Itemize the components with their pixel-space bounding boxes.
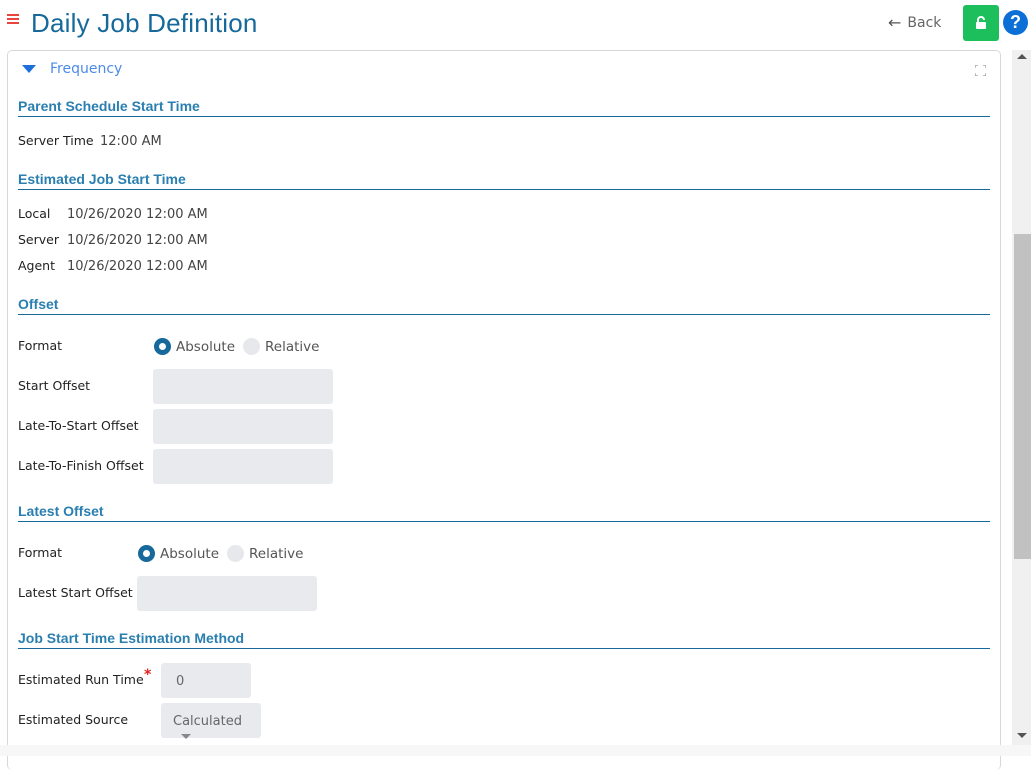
scroll-down-icon[interactable]	[1017, 733, 1027, 738]
latest-offset-heading: Latest Offset	[18, 503, 990, 522]
agent-value: 10/26/2020 12:00 AM	[67, 259, 208, 274]
unlock-icon	[976, 16, 986, 29]
help-button[interactable]: ?	[1003, 10, 1028, 35]
source-value: Calculated	[173, 714, 242, 729]
late-to-finish-label: Late-To-Finish Offset	[18, 458, 144, 473]
scrollbar-thumb[interactable]	[1014, 234, 1031, 559]
caret-down-icon	[22, 65, 36, 73]
page-title: Daily Job Definition	[31, 8, 258, 38]
late-to-finish-input[interactable]	[153, 449, 333, 484]
frequency-toggle[interactable]: Frequency	[22, 61, 122, 77]
server-time-label: Server Time	[18, 133, 94, 148]
caret-down-icon	[181, 734, 191, 739]
back-label: Back	[907, 14, 942, 31]
scroll-up-icon[interactable]	[1017, 54, 1027, 59]
question-icon: ?	[1010, 12, 1021, 32]
radio-checked-icon	[154, 338, 171, 355]
run-time-label: Estimated Run Time	[18, 672, 144, 687]
estimation-heading: Job Start Time Estimation Method	[18, 630, 990, 649]
unlock-button[interactable]	[963, 5, 999, 41]
late-to-start-input[interactable]	[153, 409, 333, 444]
source-label: Estimated Source	[18, 712, 129, 727]
radio-label: Absolute	[160, 545, 220, 562]
arrow-left-icon: ←	[888, 13, 902, 32]
run-time-input[interactable]: 0	[161, 663, 251, 698]
late-to-start-label: Late-To-Start Offset	[18, 418, 139, 433]
offset-radio-absolute[interactable]: Absolute	[154, 338, 235, 355]
estimated-start-heading: Estimated Job Start Time	[18, 171, 990, 190]
offset-radio-relative[interactable]: Relative	[243, 338, 319, 355]
latest-radio-relative[interactable]: Relative	[227, 545, 303, 562]
parent-schedule-heading: Parent Schedule Start Time	[18, 98, 990, 117]
panel-title: Frequency	[50, 61, 123, 77]
offset-format-label: Format	[18, 338, 63, 353]
radio-checked-icon	[138, 545, 155, 562]
radio-unchecked-icon	[227, 545, 244, 562]
latest-start-input[interactable]	[137, 576, 317, 611]
radio-label: Relative	[249, 545, 304, 562]
agent-label: Agent	[18, 258, 55, 273]
latest-radio-absolute[interactable]: Absolute	[138, 545, 219, 562]
footer-bar	[0, 745, 1031, 756]
radio-unchecked-icon	[243, 338, 260, 355]
radio-label: Absolute	[176, 338, 236, 355]
offset-heading: Offset	[18, 296, 990, 315]
local-value: 10/26/2020 12:00 AM	[67, 207, 208, 222]
menu-icon[interactable]	[7, 14, 19, 28]
server-label: Server	[18, 232, 59, 247]
local-label: Local	[18, 206, 51, 221]
source-select[interactable]: Calculated	[161, 703, 261, 739]
required-marker: *	[144, 667, 152, 683]
back-button[interactable]: ← Back	[888, 13, 941, 32]
server-time-value: 12:00 AM	[100, 134, 162, 149]
start-offset-label: Start Offset	[18, 378, 91, 393]
latest-start-label: Latest Start Offset	[18, 585, 133, 600]
latest-format-label: Format	[18, 545, 63, 560]
expand-icon[interactable]	[975, 65, 986, 76]
start-offset-input[interactable]	[153, 369, 333, 404]
server-value: 10/26/2020 12:00 AM	[67, 233, 208, 248]
radio-label: Relative	[265, 338, 320, 355]
